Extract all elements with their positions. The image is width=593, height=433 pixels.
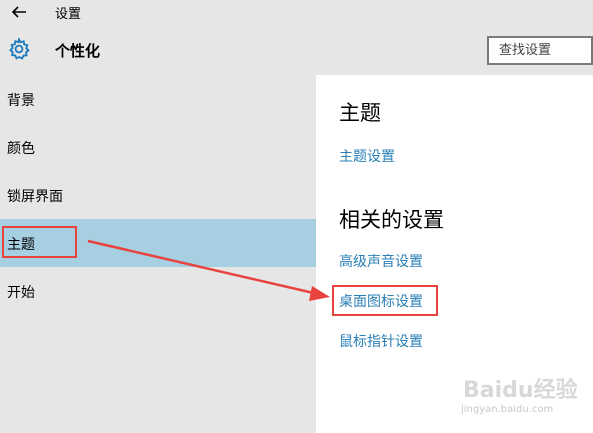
search-input[interactable] (489, 38, 591, 63)
sidebar-item-label: 开始 (7, 285, 35, 301)
page-header: 个性化 (0, 25, 593, 75)
title-bar: 设置 (0, 0, 593, 25)
back-arrow-icon (11, 6, 26, 18)
back-button[interactable] (10, 4, 28, 20)
sidebar-item-label: 颜色 (7, 141, 35, 157)
watermark: Baidu经验 jingyan.baidu.com (455, 372, 593, 422)
page-title: 个性化 (55, 42, 101, 60)
search-box[interactable] (487, 36, 593, 65)
watermark-url: jingyan.baidu.com (461, 404, 554, 415)
related-settings-heading: 相关的设置 (339, 208, 444, 232)
window-title: 设置 (55, 7, 82, 22)
sidebar-item-background[interactable]: 背景 (0, 75, 316, 123)
theme-settings-link[interactable]: 主题设置 (339, 146, 395, 166)
watermark-logo: Baidu经验 (463, 378, 578, 403)
sidebar-item-label: 锁屏界面 (7, 189, 63, 205)
advanced-sound-settings-link[interactable]: 高级声音设置 (339, 251, 423, 271)
sidebar-item-colors[interactable]: 颜色 (0, 123, 316, 171)
theme-heading: 主题 (339, 101, 381, 125)
desktop-icon-settings-link[interactable]: 桌面图标设置 (339, 291, 423, 311)
sidebar: 背景 颜色 锁屏界面 主题 开始 (0, 75, 316, 433)
sidebar-item-label: 主题 (7, 237, 35, 253)
sidebar-item-lock-screen[interactable]: 锁屏界面 (0, 171, 316, 219)
mouse-pointer-settings-link[interactable]: 鼠标指针设置 (339, 331, 423, 351)
sidebar-item-start[interactable]: 开始 (0, 267, 316, 315)
gear-icon (8, 37, 30, 60)
sidebar-item-label: 背景 (7, 93, 35, 109)
sidebar-item-themes[interactable]: 主题 (0, 219, 316, 267)
